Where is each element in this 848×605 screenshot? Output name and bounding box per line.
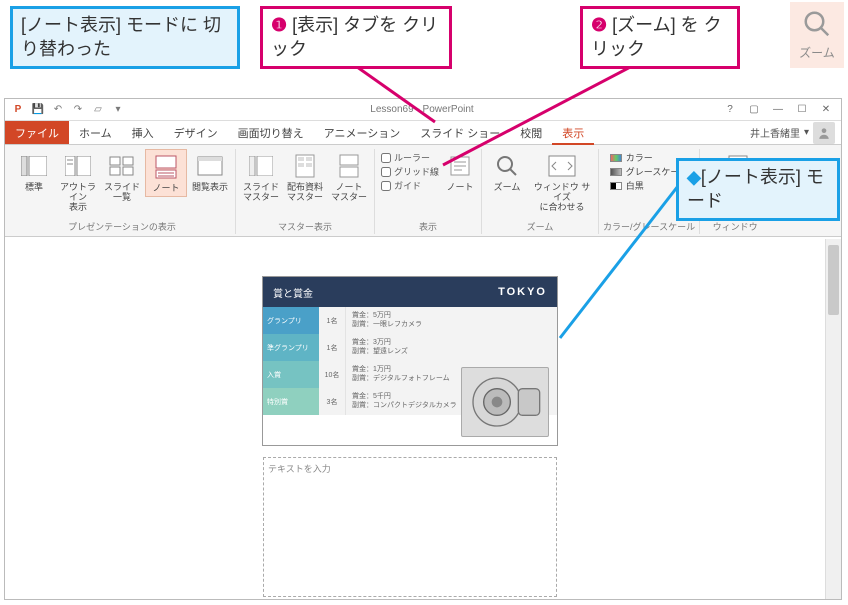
step-number-2: ❷ [591,13,607,37]
btn-notes-master[interactable]: ノート マスター [328,149,370,205]
callout-notes-mode: ◆[ノート表示] モード [676,158,840,221]
maximize-icon[interactable]: ☐ [791,102,813,118]
reading-view-icon [195,151,225,181]
window-title: Lesson69 - PowerPoint [125,104,719,115]
table-row: グランプリ 1名 賞金：5万円副賞：一眼レフカメラ [263,307,557,334]
vertical-scrollbar[interactable] [825,239,841,599]
scrollbar-thumb[interactable] [828,245,839,315]
group-label: ズーム [527,219,554,234]
slide-header: 賞と賞金 TOKYO [263,277,557,307]
handout-master-icon [290,151,320,181]
step-number-1: ❶ [271,13,287,37]
zoom-large-label: ズーム [799,44,835,61]
group-master-views: スライド マスター 配布資料 マスター ノート マスター マスター表示 [236,149,375,234]
notes-pane-icon [445,151,475,181]
app-icon: P [11,103,25,117]
btn-notes-view[interactable]: ノート [145,149,187,197]
page-surface[interactable]: 賞と賞金 TOKYO グランプリ 1名 賞金：5万円副賞：一眼レフカメラ 準グラ… [33,239,823,599]
tab-view[interactable]: 表示 [552,121,594,144]
slide-master-icon [246,151,276,181]
tab-slideshow[interactable]: スライド ショー [410,121,510,144]
start-show-icon[interactable]: ▱ [91,103,105,117]
chk-guides[interactable]: ガイド [381,179,439,192]
callout-step-2: ❷ [ズーム] を クリック [580,6,740,69]
fit-window-icon [547,151,577,181]
btn-reading-view[interactable]: 閲覧表示 [189,149,231,195]
group-show: ルーラー グリッド線 ガイド ノート 表示 [375,149,482,234]
btn-zoom[interactable]: ズーム [486,149,528,195]
btn-slide-master[interactable]: スライド マスター [240,149,282,205]
btn-fit-window[interactable]: ウィンドウ サイズ に合わせる [530,149,594,215]
ribbon-options-icon[interactable]: ▢ [743,102,765,118]
help-icon[interactable]: ? [719,102,741,118]
tab-design[interactable]: デザイン [164,121,228,144]
tab-animations[interactable]: アニメーション [314,121,411,144]
btn-notes-pane[interactable]: ノート [443,149,477,195]
slide-brand: TOKYO [498,286,547,298]
chk-gridlines[interactable]: グリッド線 [381,165,439,178]
normal-view-icon [19,151,49,181]
tab-transitions[interactable]: 画面切り替え [228,121,314,144]
notes-placeholder: テキストを入力 [268,464,331,474]
magnifier-icon [802,9,832,42]
tab-review[interactable]: 校閲 [510,121,552,144]
close-icon[interactable]: ✕ [815,102,837,118]
avatar[interactable] [813,122,835,144]
editor-area: 賞と賞金 TOKYO グランプリ 1名 賞金：5万円副賞：一眼レフカメラ 準グラ… [5,239,841,599]
group-label: カラー/グレースケール [603,219,695,234]
diamond-mark: ◆ [687,167,701,187]
user-area[interactable]: 井上香緒里 ▾ [750,121,841,144]
show-checkboxes: ルーラー グリッド線 ガイド [379,149,441,194]
group-presentation-views: 標準 アウトライン 表示 スライド 一覧 ノート 閲覧表示 [9,149,236,234]
titlebar: P 💾 ↶ ↷ ▱ ▾ Lesson69 - PowerPoint ? ▢ — … [5,99,841,121]
outline-view-icon [63,151,93,181]
tab-home[interactable]: ホーム [69,121,122,144]
notes-master-icon [334,151,364,181]
redo-icon[interactable]: ↷ [71,103,85,117]
btn-outline-view[interactable]: アウトライン 表示 [57,149,99,215]
zoom-large-button[interactable]: ズーム [790,2,844,68]
callout-text: [ノート表示] モード [687,167,824,211]
tab-insert[interactable]: 挿入 [122,121,164,144]
slide-image [461,367,549,437]
btn-slide-sorter[interactable]: スライド 一覧 [101,149,143,205]
magnifier-icon [492,151,522,181]
save-icon[interactable]: 💾 [31,103,45,117]
ribbon-tabs: ファイル ホーム 挿入 デザイン 画面切り替え アニメーション スライド ショー… [5,121,841,145]
group-label: ウィンドウ [713,219,758,234]
user-name: 井上香緒里 [750,125,800,140]
slide-thumbnail[interactable]: 賞と賞金 TOKYO グランプリ 1名 賞金：5万円副賞：一眼レフカメラ 準グラ… [263,277,557,445]
callout-text: [ズーム] を クリック [591,15,722,59]
group-label: マスター表示 [278,219,332,234]
undo-icon[interactable]: ↶ [51,103,65,117]
slide-title: 賞と賞金 [273,285,313,300]
slide-sorter-icon [107,151,137,181]
callout-step-1: ❶ [表示] タブを クリック [260,6,452,69]
table-row: 準グランプリ 1名 賞金：3万円副賞：望遠レンズ [263,334,557,361]
callout-mode-switched: [ノート表示] モードに 切り替わった [10,6,240,69]
notes-view-icon [151,152,181,182]
callout-text: [表示] タブを クリック [271,15,438,59]
notes-text-box[interactable]: テキストを入力 [263,457,557,597]
chk-ruler[interactable]: ルーラー [381,151,439,164]
group-zoom: ズーム ウィンドウ サイズ に合わせる ズーム [482,149,599,234]
window-controls: ? ▢ — ☐ ✕ [719,102,841,118]
btn-normal-view[interactable]: 標準 [13,149,55,195]
qat-dropdown-icon[interactable]: ▾ [111,103,125,117]
quick-access-toolbar: P 💾 ↶ ↷ ▱ ▾ [5,103,125,117]
group-label: 表示 [419,219,437,234]
group-label: プレゼンテーションの表示 [68,219,176,234]
user-dropdown-icon[interactable]: ▾ [804,127,809,138]
btn-handout-master[interactable]: 配布資料 マスター [284,149,326,205]
callout-text: [ノート表示] モードに 切り替わった [21,15,221,59]
minimize-icon[interactable]: — [767,102,789,118]
tab-file[interactable]: ファイル [5,121,69,144]
